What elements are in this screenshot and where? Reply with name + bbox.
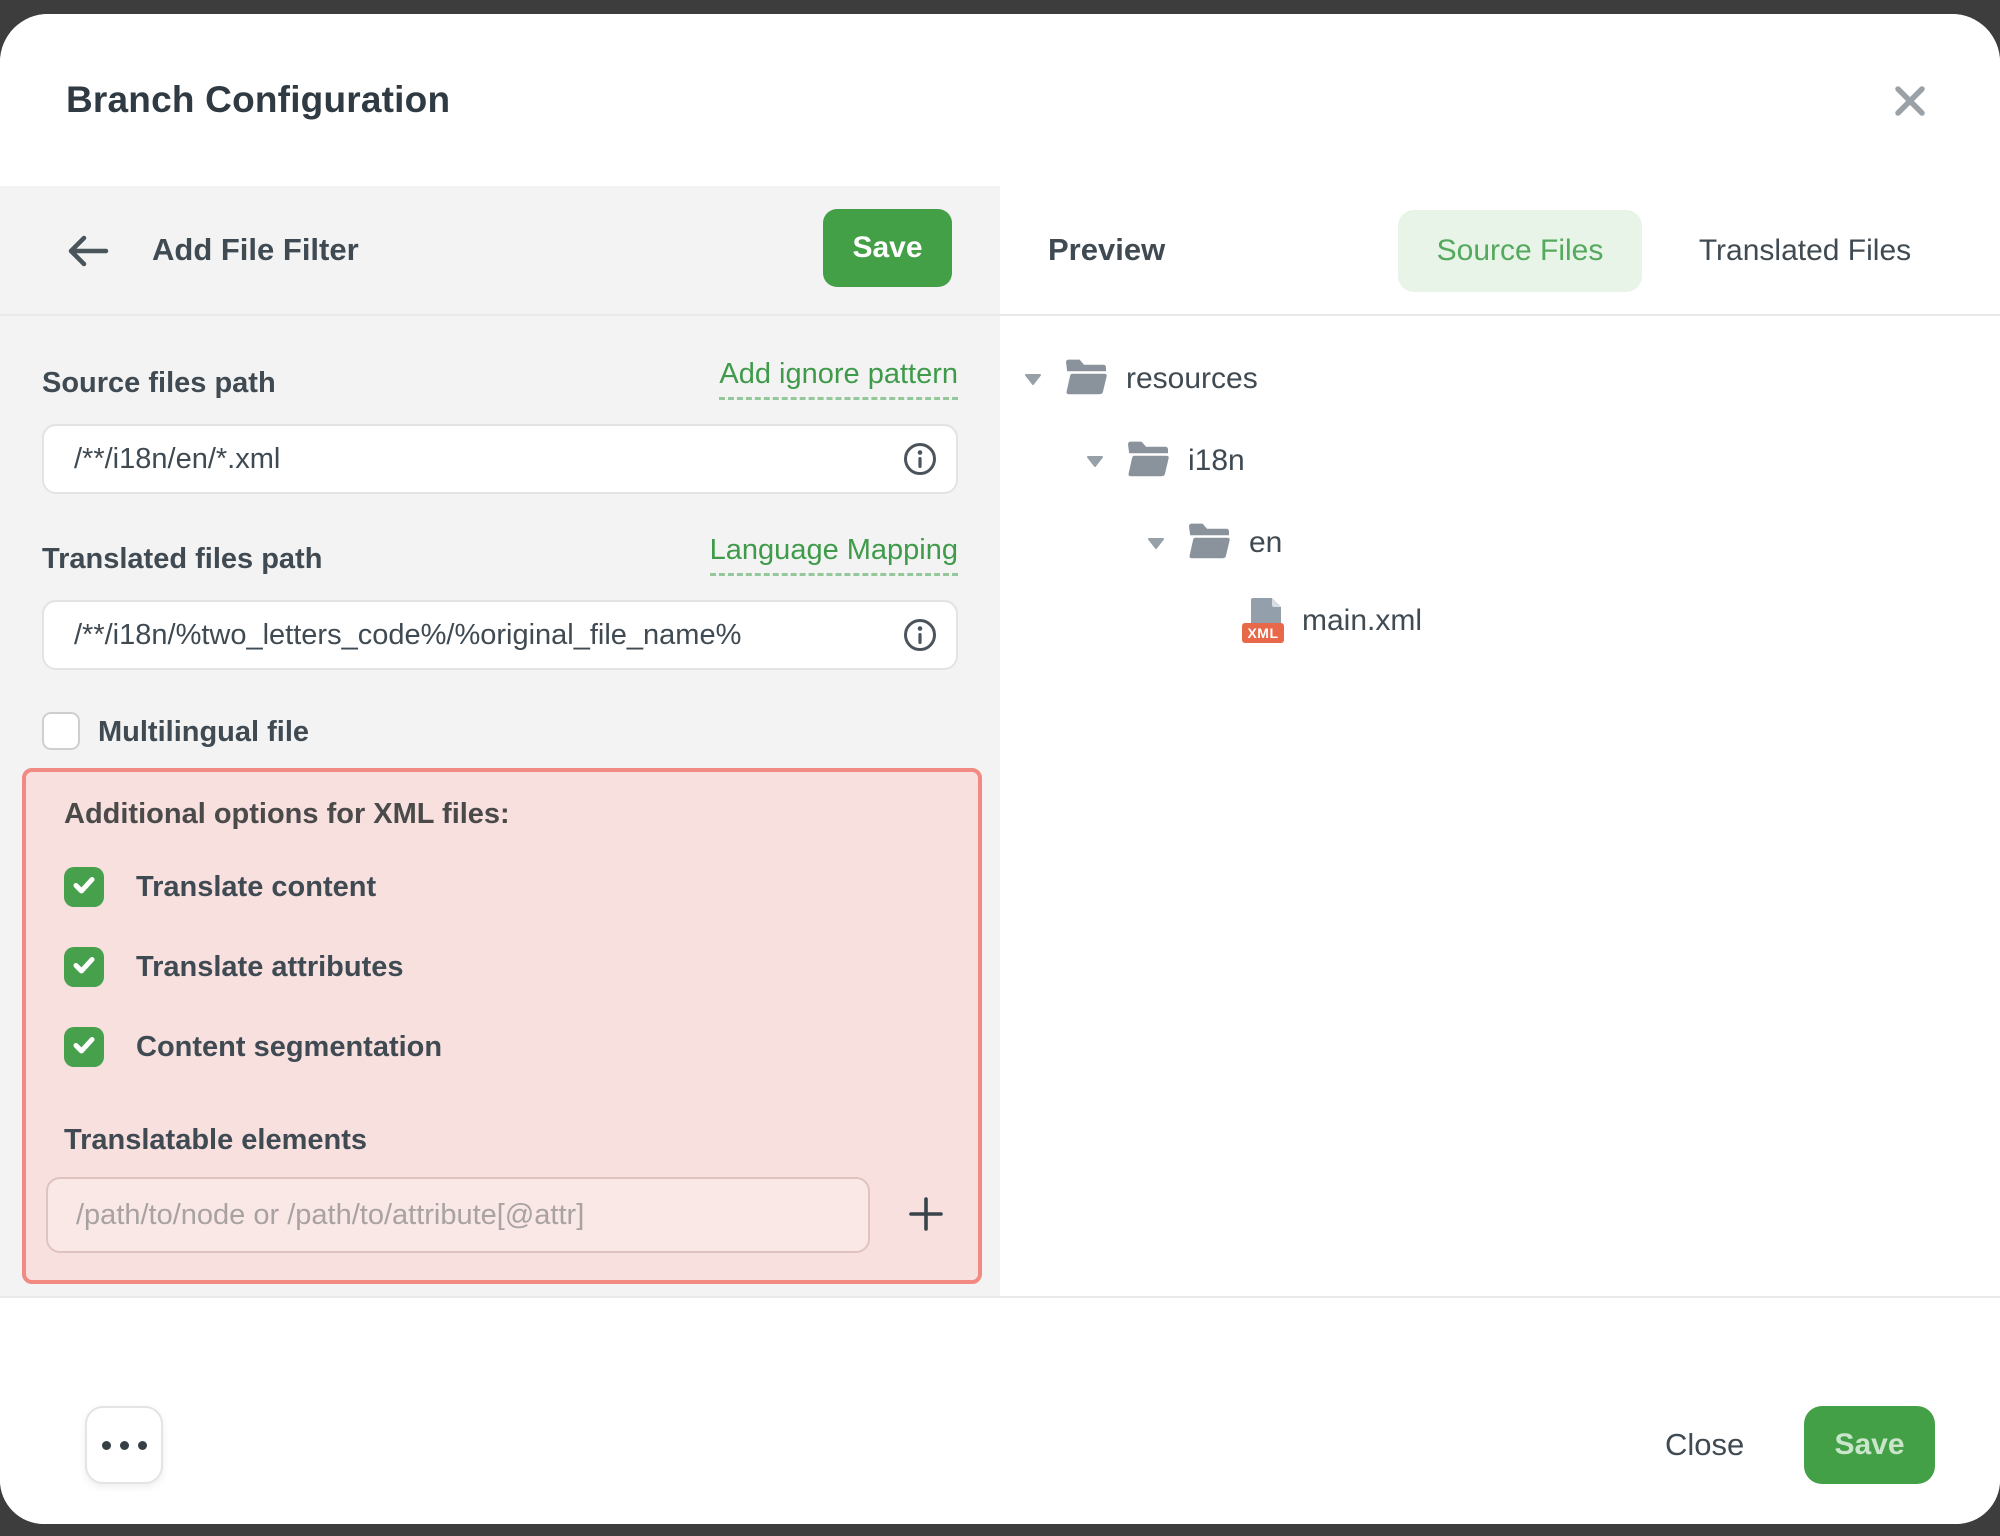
translated-path-label-row: Translated files path Language Mapping xyxy=(42,534,958,576)
language-mapping-link[interactable]: Language Mapping xyxy=(710,534,958,576)
translatable-elements-input[interactable] xyxy=(46,1177,870,1253)
preview-panel-header: Preview Source Files Translated Files xyxy=(1000,186,2000,316)
add-element-button[interactable] xyxy=(898,1187,954,1243)
arrow-left-icon xyxy=(66,233,110,272)
preview-title: Preview xyxy=(1048,186,1165,314)
checkmark-icon xyxy=(71,872,97,903)
dialog-close-button[interactable] xyxy=(1880,72,1940,132)
dialog-footer: Close Save xyxy=(0,1298,2000,1524)
more-options-button[interactable] xyxy=(85,1406,163,1484)
plus-icon xyxy=(905,1193,947,1238)
tree-item-label: resources xyxy=(1126,362,1258,396)
filter-panel-title: Add File Filter xyxy=(152,186,359,314)
file-filter-form: Source files path Add ignore pattern Tra… xyxy=(0,316,1000,1298)
source-path-input[interactable] xyxy=(42,424,958,494)
filter-panel-header: Add File Filter Save xyxy=(0,186,1000,316)
translate-attributes-label: Translate attributes xyxy=(136,947,404,987)
multilingual-label: Multilingual file xyxy=(98,716,309,749)
x-icon xyxy=(1891,82,1929,123)
back-button[interactable] xyxy=(62,226,114,278)
folder-icon xyxy=(1124,438,1172,485)
tree-item-label: i18n xyxy=(1188,444,1245,478)
tree-item-label: en xyxy=(1249,526,1282,560)
screen-backdrop: Branch Configuration Add File Filter S xyxy=(0,0,2000,1536)
translated-path-label: Translated files path xyxy=(42,543,322,576)
checkmark-icon xyxy=(71,952,97,983)
info-circle-icon[interactable] xyxy=(902,441,938,477)
translate-content-checkbox[interactable] xyxy=(64,867,104,907)
tab-source-files[interactable]: Source Files xyxy=(1398,210,1642,292)
branch-configuration-dialog: Branch Configuration Add File Filter S xyxy=(0,14,2000,1524)
translate-attributes-checkbox[interactable] xyxy=(64,947,104,987)
chevron-down-icon[interactable] xyxy=(1020,373,1046,385)
xml-options-heading: Additional options for XML files: xyxy=(64,798,510,831)
source-path-label: Source files path xyxy=(42,367,276,400)
translate-content-label: Translate content xyxy=(136,867,376,907)
tree-item-resources[interactable]: resources xyxy=(1020,355,1258,403)
chevron-down-icon[interactable] xyxy=(1082,455,1108,467)
preview-tree: resources i18n xyxy=(1000,316,2000,1298)
tab-translated-files[interactable]: Translated Files xyxy=(1660,210,1950,292)
content-segmentation-label: Content segmentation xyxy=(136,1027,442,1067)
multilingual-checkbox[interactable] xyxy=(42,712,80,750)
dialog-titlebar: Branch Configuration xyxy=(0,14,2000,188)
tree-item-label: main.xml xyxy=(1302,604,1422,638)
folder-icon xyxy=(1185,520,1233,567)
add-ignore-pattern-link[interactable]: Add ignore pattern xyxy=(719,358,958,400)
source-path-label-row: Source files path Add ignore pattern xyxy=(42,358,958,400)
translatable-elements-label: Translatable elements xyxy=(64,1124,367,1157)
tree-item-main-xml[interactable]: XML main.xml xyxy=(1204,597,1422,645)
close-button[interactable]: Close xyxy=(1645,1406,1764,1484)
translated-path-input[interactable] xyxy=(42,600,958,670)
checkmark-icon xyxy=(71,1032,97,1063)
dialog-save-button[interactable]: Save xyxy=(1804,1406,1935,1484)
tree-item-en[interactable]: en xyxy=(1143,519,1282,567)
chevron-down-icon[interactable] xyxy=(1143,537,1169,549)
content-segmentation-checkbox[interactable] xyxy=(64,1027,104,1067)
dialog-title: Branch Configuration xyxy=(66,79,450,121)
xml-file-icon: XML xyxy=(1246,597,1286,645)
xml-options-box: Additional options for XML files: Transl… xyxy=(22,768,982,1284)
tree-item-i18n[interactable]: i18n xyxy=(1082,437,1245,485)
ellipsis-icon xyxy=(102,1441,111,1450)
folder-icon xyxy=(1062,356,1110,403)
xml-badge: XML xyxy=(1242,623,1284,643)
info-circle-icon[interactable] xyxy=(902,617,938,653)
filter-save-button[interactable]: Save xyxy=(823,209,952,287)
